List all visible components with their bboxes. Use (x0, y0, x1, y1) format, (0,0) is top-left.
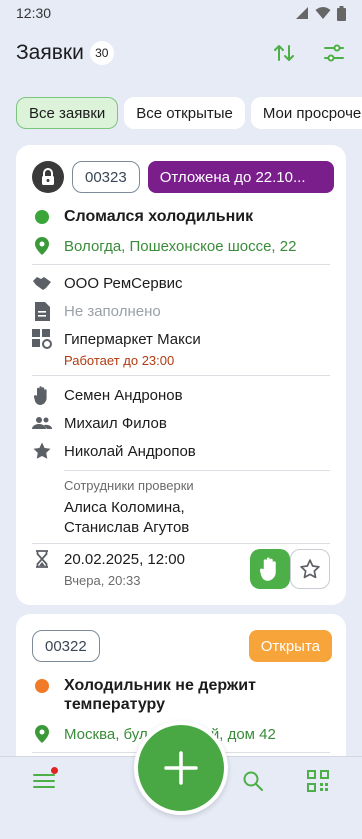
address-text: Вологда, Пошехонское шоссе, 22 (64, 237, 297, 255)
battery-icon (337, 5, 346, 21)
qr-scan-button[interactable] (306, 769, 330, 793)
filter-icon (324, 44, 344, 62)
document-icon (32, 301, 52, 321)
header-actions (272, 41, 346, 65)
executor-name: Семен Андронов (64, 386, 183, 404)
star-outline-icon (300, 559, 320, 579)
team-row: Михаил Филов (32, 413, 167, 433)
company-name: ООО РемСервис (64, 274, 183, 292)
search-button[interactable] (241, 769, 265, 793)
company-row: ООО РемСервис (32, 273, 183, 293)
filter-button[interactable] (322, 41, 346, 65)
plus-icon (164, 751, 198, 785)
author-name: Николай Андропов (64, 442, 196, 460)
divider (32, 375, 330, 376)
status-bar: 12:30 (0, 0, 362, 26)
deadline-date: 20.02.2025, 12:00 (64, 550, 185, 568)
request-title-row-2: температуру (64, 696, 165, 714)
hourglass-icon (32, 549, 52, 569)
handshake-icon (32, 273, 52, 293)
people-icon (32, 413, 52, 433)
sort-icon (274, 45, 294, 61)
hand-icon (260, 557, 276, 581)
address-row[interactable]: Вологда, Пошехонское шоссе, 22 (32, 236, 296, 256)
chip-my-overdue[interactable]: Мои просроче (250, 97, 362, 129)
search-icon (243, 771, 263, 791)
star-filled-icon (32, 441, 52, 461)
location-pin-icon (32, 236, 52, 256)
building-grid-icon (32, 329, 52, 349)
request-title-row: Сломался холодильник (32, 207, 253, 227)
requests-count-badge: 30 (89, 41, 114, 65)
request-title: Сломался холодильник (64, 208, 254, 225)
sort-button[interactable] (272, 41, 296, 65)
status-dot-icon (35, 679, 49, 693)
request-card[interactable]: 00323 Отложена до 22.10... Сломался холо… (16, 145, 346, 605)
status-badge: Отложена до 22.10... (147, 161, 334, 193)
chip-all-open[interactable]: Все открытые (124, 97, 245, 129)
favorite-button[interactable] (290, 549, 330, 589)
status-time: 12:30 (16, 5, 52, 21)
object-row: Гипермаркет Макси (32, 329, 201, 349)
filter-chips: Все заявки Все открытые Мои просроче (16, 97, 362, 129)
working-hours: Работает до 23:00 (64, 353, 175, 368)
request-id: 00323 (72, 161, 140, 193)
inspectors-row-2: Станислав Агутов (64, 519, 189, 536)
qr-code-icon (307, 770, 329, 792)
card-header-row: 00322 (32, 630, 100, 662)
signal-icon (296, 7, 308, 19)
inspectors-label-row: Сотрудники проверки (64, 478, 194, 493)
inspectors-names-1: Алиса Коломина, (64, 499, 185, 516)
document-value: Не заполнено (64, 302, 161, 320)
hand-icon (32, 385, 52, 405)
divider (64, 470, 330, 471)
chip-all-requests[interactable]: Все заявки (16, 97, 119, 129)
status-dot-icon (35, 210, 49, 224)
document-row: Не заполнено (32, 301, 161, 321)
working-hours-row: Работает до 23:00 (64, 353, 174, 368)
request-id: 00322 (32, 630, 100, 662)
add-request-button[interactable] (134, 721, 228, 815)
created-time: Вчера, 20:33 (64, 573, 141, 588)
location-pin-icon (32, 724, 52, 744)
divider (32, 543, 330, 544)
request-title-line-2: температуру (64, 696, 165, 713)
request-title-line-1: Холодильник не держит (64, 677, 256, 694)
lock-icon (32, 161, 64, 193)
request-title-row: Холодильник не держит (32, 676, 256, 696)
team-member-name: Михаил Филов (64, 414, 167, 432)
inspectors-label: Сотрудники проверки (64, 478, 194, 493)
divider (32, 264, 330, 265)
take-request-button[interactable] (250, 549, 290, 589)
status-badge: Открыта (248, 630, 332, 662)
inspectors-names-2: Станислав Агутов (64, 519, 190, 536)
wifi-icon (315, 7, 331, 19)
header: Заявки 30 (0, 30, 362, 76)
author-row: Николай Андропов (32, 441, 196, 461)
created-row: Вчера, 20:33 (64, 573, 140, 588)
deadline-row: 20.02.2025, 12:00 (32, 549, 185, 569)
page-title: Заявки (16, 41, 84, 64)
object-name: Гипермаркет Макси (64, 330, 201, 348)
executor-row: Семен Андронов (32, 385, 183, 405)
status-icons (295, 5, 346, 21)
menu-button[interactable] (32, 767, 58, 793)
card-header-row: 00323 Отложена до 22.10... (32, 161, 334, 193)
inspectors-row-1: Алиса Коломина, (64, 499, 185, 516)
notification-dot (51, 767, 58, 774)
